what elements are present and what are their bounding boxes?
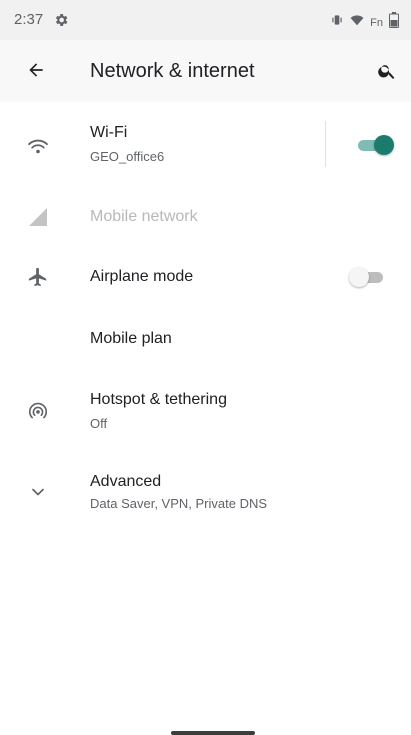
battery-icon xyxy=(389,12,399,33)
wifi-network-name: GEO_office6 xyxy=(90,149,165,164)
status-icons: Fn xyxy=(330,12,399,33)
search-button[interactable] xyxy=(374,60,400,86)
hotspot-row[interactable]: Hotspot & tethering Off xyxy=(0,380,411,438)
wifi-title: Wi-Fi xyxy=(90,124,128,141)
airplane-icon xyxy=(24,263,52,291)
search-icon xyxy=(377,61,397,86)
vibrate-icon xyxy=(330,13,344,32)
page-title: Network & internet xyxy=(90,60,255,82)
status-bar: 2:37 Fn xyxy=(0,0,411,40)
status-time: 2:37 xyxy=(14,11,44,28)
mobile-plan-row[interactable]: Mobile plan xyxy=(0,312,411,366)
wifi-divider xyxy=(325,121,326,167)
hotspot-icon xyxy=(24,397,52,425)
airplane-mode-title: Airplane mode xyxy=(90,268,194,285)
wifi-toggle[interactable] xyxy=(356,134,394,156)
settings-gear-icon xyxy=(53,12,69,28)
wifi-row[interactable]: Wi-Fi GEO_office6 xyxy=(0,118,411,174)
mobile-network-title: Mobile network xyxy=(90,208,198,225)
hotspot-title: Hotspot & tethering xyxy=(90,391,227,408)
airplane-toggle-thumb xyxy=(349,267,369,287)
signal-icon xyxy=(24,203,52,231)
advanced-row[interactable]: Advanced Data Saver, VPN, Private DNS xyxy=(0,462,411,520)
advanced-summary: Data Saver, VPN, Private DNS xyxy=(90,496,268,511)
app-bar: Network & internet xyxy=(0,40,411,102)
carrier-label: Fn xyxy=(370,16,383,29)
airplane-mode-toggle[interactable] xyxy=(349,266,387,288)
back-arrow-icon xyxy=(26,60,46,85)
wifi-status-icon xyxy=(350,13,364,32)
chevron-down-icon xyxy=(24,478,52,506)
wifi-icon xyxy=(24,132,52,160)
mobile-network-row[interactable]: Mobile network xyxy=(0,190,411,244)
wifi-toggle-thumb xyxy=(374,135,394,155)
hotspot-status: Off xyxy=(90,416,108,431)
advanced-title: Advanced xyxy=(90,473,162,490)
gesture-nav-handle[interactable] xyxy=(171,731,255,735)
back-button[interactable] xyxy=(22,58,50,86)
mobile-plan-title: Mobile plan xyxy=(90,330,172,347)
